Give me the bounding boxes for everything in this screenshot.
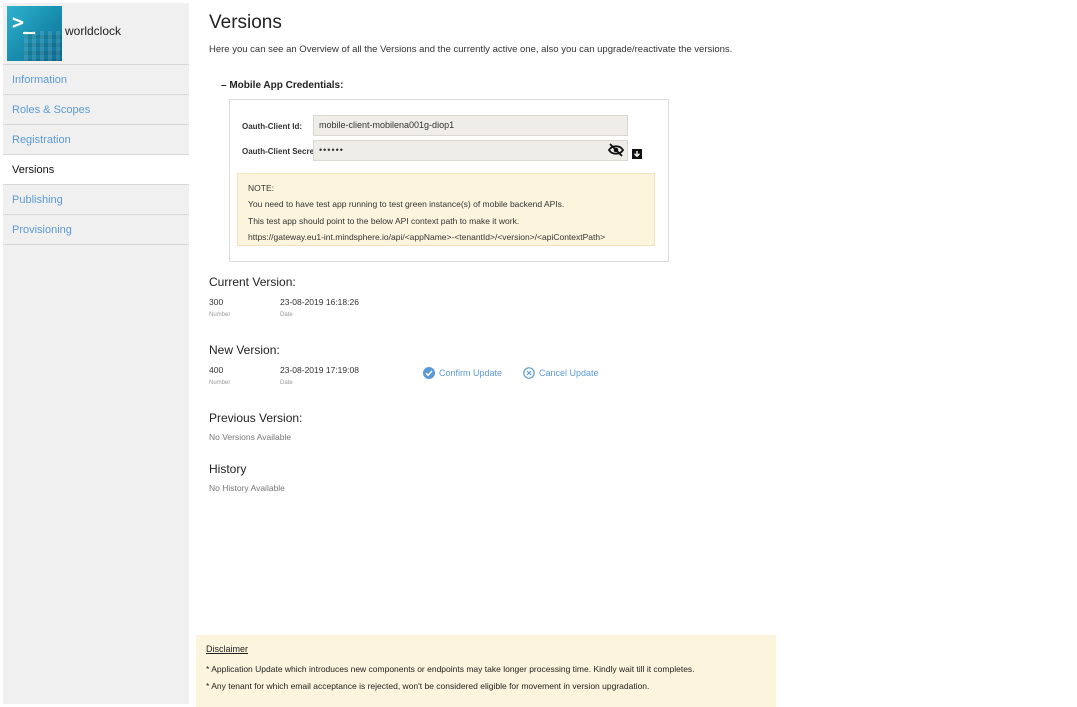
collapse-icon: – bbox=[221, 80, 227, 91]
sidebar-item-provisioning[interactable]: Provisioning bbox=[3, 215, 189, 245]
note-line: You need to have test app running to tes… bbox=[248, 199, 565, 210]
number-caption: Number bbox=[209, 312, 231, 318]
current-version-title: Current Version: bbox=[209, 275, 296, 289]
history-empty: No History Available bbox=[209, 483, 285, 493]
note-heading: NOTE: bbox=[248, 183, 274, 193]
disclaimer-panel: Disclaimer * Application Update which in… bbox=[196, 635, 776, 707]
history-title: History bbox=[209, 462, 247, 476]
credentials-panel: Oauth-Client Id: mobile-client-mobilena0… bbox=[229, 99, 669, 262]
client-secret-label: Oauth-Client Secret: bbox=[242, 147, 320, 156]
app-logo: >_ bbox=[7, 6, 62, 61]
client-secret-field[interactable]: •••••• bbox=[313, 140, 628, 161]
cancel-update-label: Cancel Update bbox=[539, 368, 599, 378]
note-api-path: https://gateway.eu1-int.mindsphere.io/ap… bbox=[248, 231, 606, 242]
credentials-toggle[interactable]: – Mobile App Credentials: bbox=[221, 80, 343, 91]
previous-version-title: Previous Version: bbox=[209, 411, 303, 425]
sidebar-item-versions[interactable]: Versions bbox=[3, 155, 189, 185]
cancel-circle-icon bbox=[523, 367, 535, 379]
app-name: worldclock bbox=[65, 24, 122, 38]
new-version-date: 23-08-2019 17:19:08 bbox=[280, 365, 359, 375]
note-box: NOTE: You need to have test app running … bbox=[237, 173, 655, 246]
logo-pattern bbox=[24, 31, 62, 61]
new-version-number: 400 bbox=[209, 365, 224, 375]
copy-icon[interactable] bbox=[631, 148, 643, 160]
client-id-label: Oauth-Client Id: bbox=[242, 122, 302, 131]
sidebar-item-registration[interactable]: Registration bbox=[3, 125, 189, 155]
eye-slash-icon[interactable] bbox=[608, 143, 624, 157]
page-title: Versions bbox=[209, 12, 282, 33]
terminal-icon: >_ bbox=[12, 10, 35, 34]
disclaimer-title: Disclaimer bbox=[206, 644, 249, 654]
current-version-number: 300 bbox=[209, 297, 224, 307]
confirm-update-button[interactable]: Confirm Update bbox=[423, 367, 502, 379]
credentials-title: Mobile App Credentials: bbox=[229, 80, 344, 91]
sidebar-item-information[interactable]: Information bbox=[3, 65, 189, 95]
cancel-update-button[interactable]: Cancel Update bbox=[523, 367, 599, 379]
previous-version-empty: No Versions Available bbox=[209, 432, 292, 442]
check-circle-icon bbox=[423, 367, 435, 379]
disclaimer-line: * Any tenant for which email acceptance … bbox=[206, 681, 650, 691]
client-id-field[interactable]: mobile-client-mobilena001g-diop1 bbox=[313, 115, 628, 136]
disclaimer-line: * Application Update which introduces ne… bbox=[206, 664, 695, 674]
current-version-date: 23-08-2019 16:18:26 bbox=[280, 297, 359, 307]
sidebar-item-publishing[interactable]: Publishing bbox=[3, 185, 189, 215]
date-caption: Date bbox=[280, 312, 293, 318]
sidebar-item-roles-scopes[interactable]: Roles & Scopes bbox=[3, 95, 189, 125]
new-version-title: New Version: bbox=[209, 343, 280, 357]
app-header: >_ worldclock bbox=[3, 3, 189, 65]
number-caption: Number bbox=[209, 380, 231, 386]
sidebar: >_ worldclock Information Roles & Scopes… bbox=[3, 3, 189, 704]
date-caption: Date bbox=[280, 380, 293, 386]
confirm-update-label: Confirm Update bbox=[439, 368, 503, 378]
note-line: This test app should point to the below … bbox=[248, 215, 520, 226]
page-description: Here you can see an Overview of all the … bbox=[209, 44, 733, 55]
